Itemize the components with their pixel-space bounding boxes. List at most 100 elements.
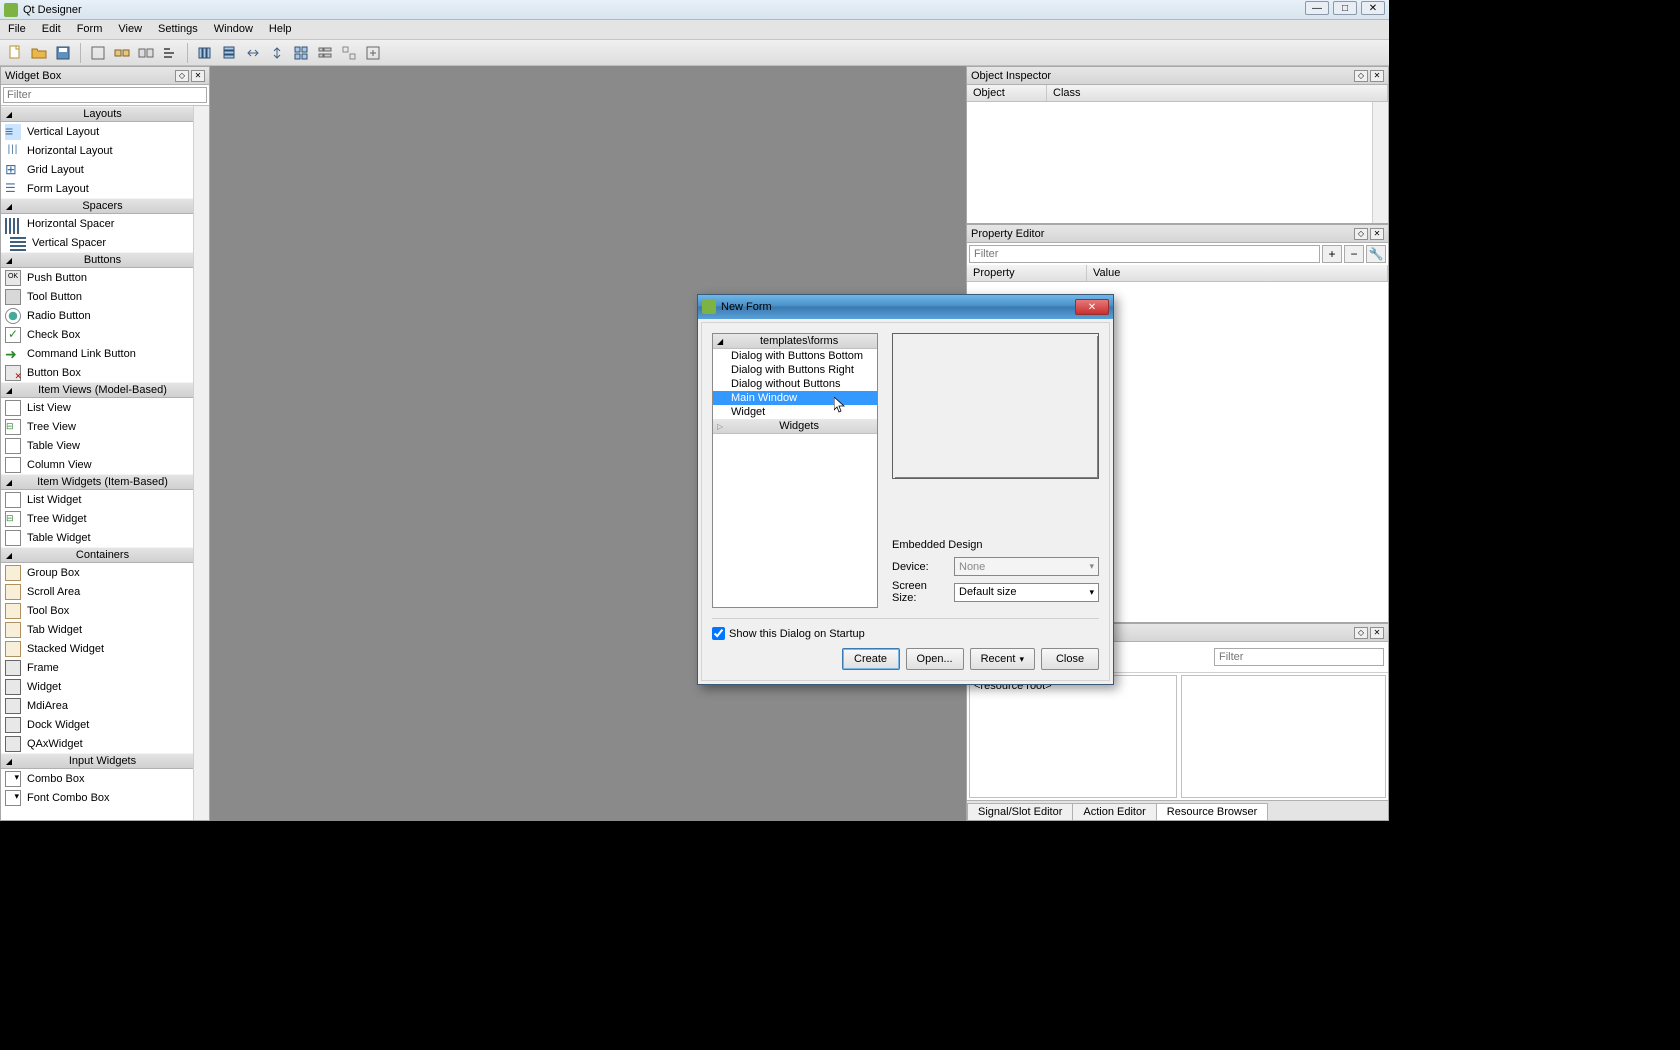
object-inspector-scrollbar[interactable] <box>1372 102 1388 223</box>
template-tree-item[interactable]: Main Window <box>713 391 877 405</box>
toolbar-layout-vsplit-icon[interactable] <box>266 42 288 64</box>
widget-item[interactable]: Widget <box>1 677 193 696</box>
toolbar-edit-buddies-icon[interactable] <box>135 42 157 64</box>
col-object[interactable]: Object <box>967 85 1047 101</box>
widget-category-header[interactable]: ◢Item Views (Model-Based) <box>1 382 193 398</box>
resource-filter-input[interactable] <box>1214 648 1384 666</box>
template-tree-item[interactable]: Dialog without Buttons <box>713 377 877 391</box>
dock-float-button[interactable]: ◇ <box>1354 627 1368 639</box>
col-class[interactable]: Class <box>1047 85 1388 101</box>
dock-close-button[interactable]: ✕ <box>191 70 205 82</box>
menu-file[interactable]: File <box>0 20 34 39</box>
widget-item[interactable]: List Widget <box>1 490 193 509</box>
dock-float-button[interactable]: ◇ <box>1354 70 1368 82</box>
show-on-startup-checkbox[interactable] <box>712 627 725 640</box>
widget-item[interactable]: QAxWidget <box>1 734 193 753</box>
widget-item[interactable]: Grid Layout <box>1 160 193 179</box>
menu-edit[interactable]: Edit <box>34 20 69 39</box>
create-button[interactable]: Create <box>842 648 900 670</box>
widget-item[interactable]: Tool Box <box>1 601 193 620</box>
dock-close-button[interactable]: ✕ <box>1370 70 1384 82</box>
object-inspector-body[interactable] <box>967 102 1372 223</box>
menu-view[interactable]: View <box>110 20 150 39</box>
widget-item[interactable]: Vertical Layout <box>1 122 193 141</box>
property-remove-icon[interactable]: − <box>1344 245 1364 263</box>
template-tree-item[interactable]: Dialog with Buttons Bottom <box>713 349 877 363</box>
widget-item[interactable]: Push Button <box>1 268 193 287</box>
widget-category-header[interactable]: ◢Input Widgets <box>1 753 193 769</box>
toolbar-layout-hsplit-icon[interactable] <box>242 42 264 64</box>
widget-category-header[interactable]: ◢Spacers <box>1 198 193 214</box>
window-minimize-button[interactable]: — <box>1305 1 1329 15</box>
widget-item[interactable]: Tree View <box>1 417 193 436</box>
widget-item[interactable]: Group Box <box>1 563 193 582</box>
widget-item[interactable]: Stacked Widget <box>1 639 193 658</box>
menu-help[interactable]: Help <box>261 20 300 39</box>
template-tree[interactable]: ◢templates\forms Dialog with Buttons Bot… <box>712 333 878 608</box>
toolbar-layout-grid-icon[interactable] <box>290 42 312 64</box>
widget-item[interactable]: Tool Button <box>1 287 193 306</box>
col-value[interactable]: Value <box>1087 265 1388 281</box>
widget-item[interactable]: Font Combo Box <box>1 788 193 807</box>
property-config-icon[interactable]: 🔧 <box>1366 245 1386 263</box>
widget-item[interactable]: Horizontal Spacer <box>1 214 193 233</box>
template-tree-item[interactable]: Dialog with Buttons Right <box>713 363 877 377</box>
template-tree-header-forms[interactable]: ◢templates\forms <box>713 334 877 349</box>
widget-category-header[interactable]: ◢Buttons <box>1 252 193 268</box>
widget-item[interactable]: Tab Widget <box>1 620 193 639</box>
property-filter-input[interactable] <box>969 245 1320 263</box>
menu-window[interactable]: Window <box>206 20 261 39</box>
tab-signal-slot-editor[interactable]: Signal/Slot Editor <box>967 803 1073 820</box>
widget-item[interactable]: Horizontal Layout <box>1 141 193 160</box>
toolbar-save-icon[interactable] <box>52 42 74 64</box>
widget-item[interactable]: Command Link Button <box>1 344 193 363</box>
dock-close-button[interactable]: ✕ <box>1370 228 1384 240</box>
dialog-titlebar[interactable]: New Form ✕ <box>698 295 1113 319</box>
widget-category-header[interactable]: ◢Item Widgets (Item-Based) <box>1 474 193 490</box>
toolbar-layout-v-icon[interactable] <box>218 42 240 64</box>
widget-item[interactable]: Check Box <box>1 325 193 344</box>
widget-item[interactable]: Column View <box>1 455 193 474</box>
dock-float-button[interactable]: ◇ <box>1354 228 1368 240</box>
dock-close-button[interactable]: ✕ <box>1370 627 1384 639</box>
widget-box-filter-input[interactable] <box>3 87 207 103</box>
tab-resource-browser[interactable]: Resource Browser <box>1156 803 1268 820</box>
toolbar-edit-widgets-icon[interactable] <box>87 42 109 64</box>
toolbar-layout-form-icon[interactable] <box>314 42 336 64</box>
template-tree-header-widgets[interactable]: ▷Widgets <box>713 419 877 434</box>
col-property[interactable]: Property <box>967 265 1087 281</box>
open-button[interactable]: Open... <box>906 648 964 670</box>
toolbar-new-icon[interactable] <box>4 42 26 64</box>
widget-item[interactable]: MdiArea <box>1 696 193 715</box>
widget-item[interactable]: Scroll Area <box>1 582 193 601</box>
recent-button[interactable]: Recent▾ <box>970 648 1035 670</box>
menu-form[interactable]: Form <box>69 20 111 39</box>
widget-item[interactable]: Form Layout <box>1 179 193 198</box>
template-tree-item[interactable]: Widget <box>713 405 877 419</box>
widget-item[interactable]: Table Widget <box>1 528 193 547</box>
widget-item[interactable]: List View <box>1 398 193 417</box>
widget-item[interactable]: Tree Widget <box>1 509 193 528</box>
property-add-icon[interactable]: + <box>1322 245 1342 263</box>
widget-item[interactable]: Radio Button <box>1 306 193 325</box>
widget-item[interactable]: Frame <box>1 658 193 677</box>
close-button[interactable]: Close <box>1041 648 1099 670</box>
toolbar-edit-signals-icon[interactable] <box>111 42 133 64</box>
toolbar-edit-tab-order-icon[interactable] <box>159 42 181 64</box>
widget-item[interactable]: Vertical Spacer <box>1 233 193 252</box>
widget-item[interactable]: Dock Widget <box>1 715 193 734</box>
widget-item[interactable]: Button Box <box>1 363 193 382</box>
widget-item[interactable]: Table View <box>1 436 193 455</box>
dialog-close-button[interactable]: ✕ <box>1075 299 1109 315</box>
dock-float-button[interactable]: ◇ <box>175 70 189 82</box>
toolbar-break-layout-icon[interactable] <box>338 42 360 64</box>
window-maximize-button[interactable]: □ <box>1333 1 1357 15</box>
widget-box-scrollbar[interactable] <box>193 106 209 820</box>
widget-box-list[interactable]: ◢LayoutsVertical LayoutHorizontal Layout… <box>1 106 193 820</box>
device-combo[interactable]: None▾ <box>954 557 1099 576</box>
screen-size-combo[interactable]: Default size▾ <box>954 583 1099 602</box>
toolbar-adjust-size-icon[interactable] <box>362 42 384 64</box>
toolbar-open-icon[interactable] <box>28 42 50 64</box>
widget-category-header[interactable]: ◢Containers <box>1 547 193 563</box>
tab-action-editor[interactable]: Action Editor <box>1072 803 1156 820</box>
